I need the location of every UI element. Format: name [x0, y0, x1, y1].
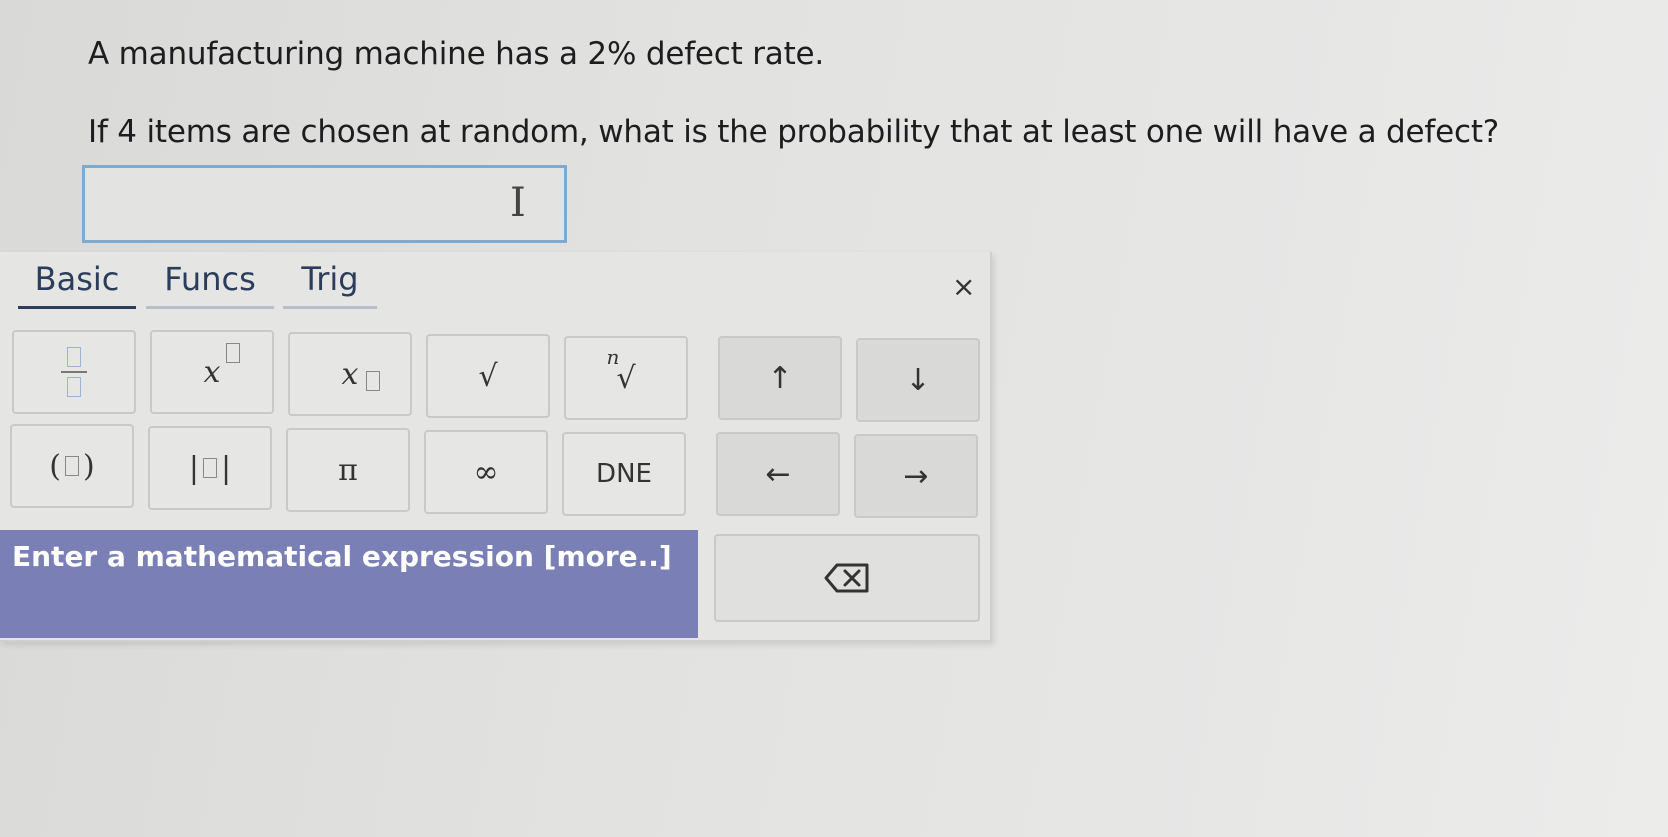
down-arrow-button[interactable]: ↓ [856, 338, 980, 422]
tab-trig[interactable]: Trig [283, 260, 377, 309]
close-icon[interactable]: × [952, 270, 975, 303]
question-line-2: If 4 items are chosen at random, what is… [88, 114, 1500, 150]
right-arrow-button[interactable]: → [854, 434, 978, 518]
pi-icon: π [338, 452, 358, 488]
fraction-icon [61, 347, 87, 397]
dne-label: DNE [596, 459, 652, 489]
subscript-button[interactable]: x [288, 332, 412, 416]
nth-root-icon: n √ [606, 344, 636, 396]
pi-button[interactable]: π [286, 428, 410, 512]
question-line-1: A manufacturing machine has a 2% defect … [88, 36, 825, 72]
subscript-icon: x [342, 357, 380, 392]
nth-root-button[interactable]: n √ [564, 336, 688, 420]
help-banner[interactable]: Enter a mathematical expression [more..] [0, 530, 698, 638]
answer-input[interactable]: I [82, 165, 567, 243]
up-arrow-button[interactable]: ↑ [718, 336, 842, 420]
dne-button[interactable]: DNE [562, 432, 686, 516]
infinity-button[interactable]: ∞ [424, 430, 548, 514]
parentheses-button[interactable]: () [10, 424, 134, 508]
square-root-icon: √ [478, 358, 498, 394]
backspace-button[interactable] [714, 534, 980, 622]
tab-funcs[interactable]: Funcs [146, 260, 274, 309]
superscript-icon: x [204, 342, 240, 390]
text-cursor-icon: I [510, 180, 526, 226]
down-arrow-icon: ↓ [905, 362, 931, 398]
parentheses-icon: () [49, 448, 95, 484]
math-palette: Basic Funcs Trig × x x √ n √ ↑ ↓ () | | π [0, 252, 992, 642]
backspace-icon [824, 563, 869, 593]
absolute-value-button[interactable]: | | [148, 426, 272, 510]
fraction-button[interactable] [12, 330, 136, 414]
right-arrow-icon: → [903, 458, 929, 494]
up-arrow-icon: ↑ [767, 360, 793, 396]
square-root-button[interactable]: √ [426, 334, 550, 418]
absolute-value-icon: | | [188, 450, 232, 486]
tab-basic[interactable]: Basic [18, 260, 136, 309]
superscript-button[interactable]: x [150, 330, 274, 414]
left-arrow-icon: ← [765, 456, 791, 492]
left-arrow-button[interactable]: ← [716, 432, 840, 516]
infinity-icon: ∞ [473, 454, 499, 490]
help-text: Enter a mathematical expression [more..] [12, 540, 672, 573]
